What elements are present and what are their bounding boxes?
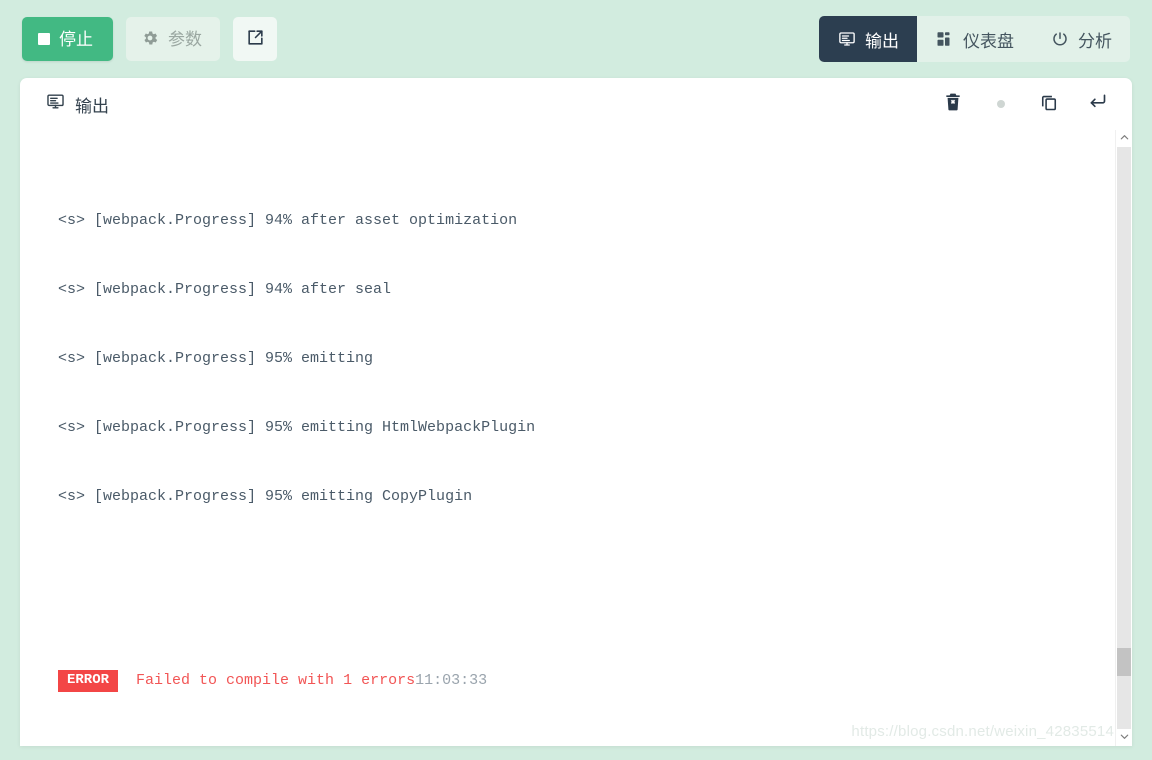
trash-x-icon [943, 92, 963, 117]
external-link-icon [246, 28, 265, 50]
output-console-icon [46, 92, 65, 116]
output-card-header: 输出 [20, 78, 1132, 130]
tab-analysis[interactable]: 分析 [1032, 16, 1130, 62]
console-line: <s> [webpack.Progress] 95% emitting [58, 350, 374, 367]
error-message: Failed to compile with 1 errors [136, 672, 416, 689]
toolbar-right-group: 输出 仪表盘 分析 [819, 16, 1130, 62]
stop-button[interactable]: 停止 [22, 17, 113, 61]
wrap-lines-button[interactable] [1084, 91, 1110, 117]
error-badge: ERROR [58, 670, 119, 692]
copy-output-button[interactable] [1036, 91, 1062, 117]
console-line: <s> [webpack.Progress] 94% after asset o… [58, 212, 518, 229]
analysis-circle-icon [1050, 30, 1069, 49]
return-arrow-icon [1087, 91, 1108, 117]
dashboard-grid-icon [935, 30, 954, 49]
console-line: <s> [webpack.Progress] 94% after seal [58, 281, 392, 298]
toolbar-left-group: 停止 参数 [22, 17, 277, 61]
card-title: 输出 [46, 92, 109, 117]
console-error-line: ERROR Failed to compile with 1 errors11:… [58, 669, 1132, 695]
console-line: <s> [webpack.Progress] 95% emitting Html… [58, 419, 536, 436]
tab-output[interactable]: 输出 [819, 16, 917, 62]
console-output[interactable]: <s> [webpack.Progress] 94% after asset o… [20, 130, 1132, 746]
chevron-down-icon [1119, 729, 1130, 747]
scrollbar-thumb[interactable] [1117, 647, 1131, 676]
tab-output-label: 输出 [865, 31, 899, 51]
gear-icon [141, 29, 159, 50]
console-line: <s> [webpack.Progress] 95% emitting Copy… [58, 488, 473, 505]
parameters-button-label: 参数 [168, 29, 202, 49]
status-dot [988, 91, 1014, 117]
open-external-button[interactable] [233, 17, 277, 61]
view-tabs: 输出 仪表盘 分析 [819, 16, 1130, 62]
dot-icon [997, 100, 1005, 108]
clear-output-button[interactable] [940, 91, 966, 117]
copy-icon [1039, 92, 1059, 117]
square-icon [38, 33, 50, 45]
console-scrollbar[interactable] [1115, 130, 1132, 746]
parameters-button[interactable]: 参数 [126, 17, 220, 61]
tab-analysis-label: 分析 [1078, 31, 1112, 51]
stop-button-label: 停止 [59, 29, 93, 49]
output-card-actions [940, 91, 1110, 117]
tab-dashboard[interactable]: 仪表盘 [917, 16, 1032, 62]
scroll-down-button[interactable] [1116, 729, 1133, 746]
scrollbar-track[interactable] [1117, 147, 1131, 729]
output-console-icon [837, 30, 856, 49]
error-timestamp: 11:03:33 [415, 672, 488, 689]
tab-dashboard-label: 仪表盘 [963, 31, 1014, 51]
chevron-up-icon [1119, 130, 1130, 148]
scroll-up-button[interactable] [1116, 130, 1133, 147]
top-toolbar: 停止 参数 输出 仪表盘 分析 [0, 0, 1152, 78]
card-title-label: 输出 [75, 96, 109, 116]
output-card: 输出 <s> [webpack.Progress] 94% after asse… [20, 78, 1132, 746]
